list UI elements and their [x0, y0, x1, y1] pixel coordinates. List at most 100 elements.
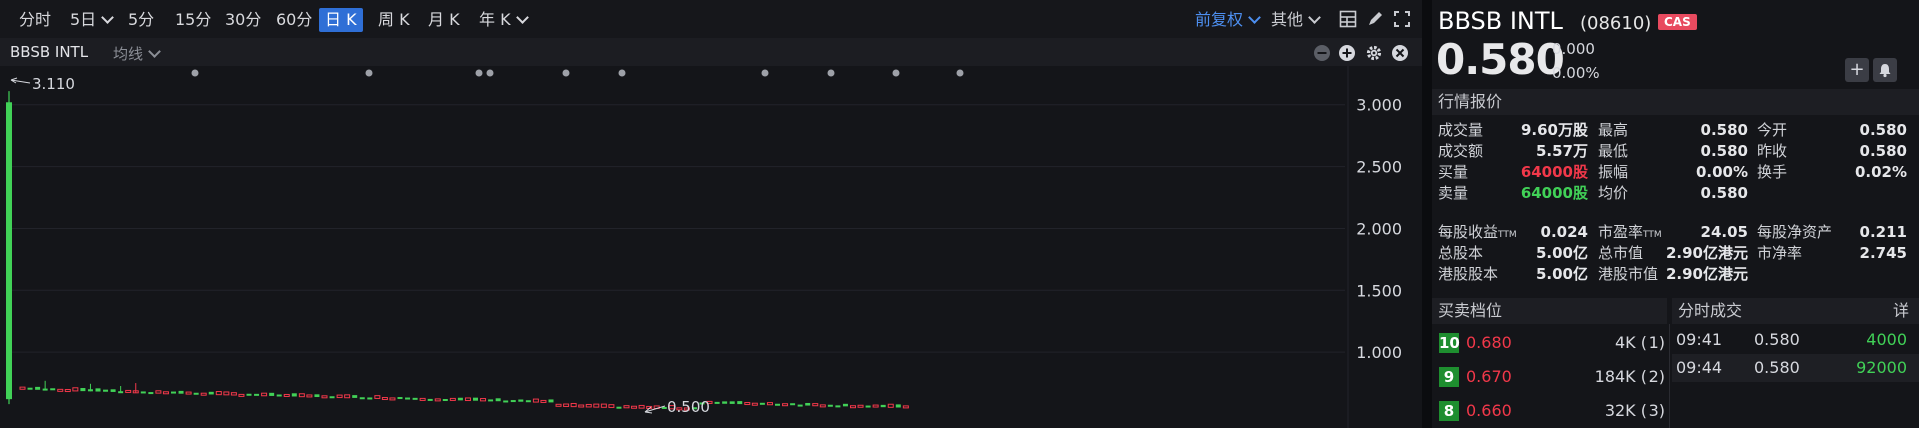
event-dot: [956, 69, 964, 77]
candle: [631, 405, 638, 409]
candle: [419, 397, 426, 401]
stat-rows-0-1: 最高 0.580: [1598, 119, 1748, 141]
candle: [593, 403, 600, 408]
stat-label: 振幅: [1598, 161, 1628, 183]
candle: [857, 404, 864, 408]
depth-row[interactable]: 10 0.680 4K (1): [1432, 328, 1667, 358]
candle: [865, 405, 871, 408]
layout-icon[interactable]: [1339, 10, 1357, 28]
candle: [359, 397, 365, 400]
depth-level-badge: 9: [1439, 367, 1459, 387]
chevron-down-icon: [148, 45, 161, 58]
candle: [790, 403, 796, 406]
candle: [608, 404, 615, 408]
stat-label-text: 港股市值: [1598, 265, 1659, 283]
depth-price: 0.670: [1466, 367, 1512, 386]
add-watchlist-button[interactable]: +: [1845, 58, 1869, 82]
candle: [759, 402, 765, 405]
candle: [352, 395, 358, 398]
period-tab-4[interactable]: 30分: [222, 8, 264, 32]
stat-rows-3-0: 卖量 64000股: [1438, 182, 1588, 204]
fullscreen-icon[interactable]: [1393, 10, 1411, 28]
event-dot: [191, 69, 199, 77]
stat-rows-2-0: 买量 64000股: [1438, 161, 1588, 183]
period-tab-9[interactable]: 年 K: [476, 8, 530, 32]
candle: [872, 404, 879, 408]
candle: [805, 402, 811, 406]
alert-button[interactable]: [1873, 58, 1897, 82]
event-dot: [365, 69, 373, 77]
event-dot: [562, 69, 570, 77]
depth-count: 2): [1648, 367, 1665, 386]
candle: [638, 404, 645, 409]
candle: [473, 397, 478, 401]
stat-value: 0.02%: [1854, 163, 1907, 181]
candle: [812, 403, 819, 407]
ticks-detail-link[interactable]: 详: [1893, 298, 1909, 324]
candle: [578, 404, 585, 408]
quote-panel: BBSB INTL (08610) CAS 0.580 0.000 0.00% …: [1432, 0, 1919, 428]
adjust-dropdown[interactable]: 前复权: [1192, 8, 1262, 32]
candle: [374, 395, 381, 399]
depth-volume: 32K (: [1604, 401, 1647, 420]
stat-value: 64000股: [1520, 163, 1588, 181]
candle: [389, 397, 396, 401]
close-icon[interactable]: [1391, 44, 1409, 62]
period-tab-1[interactable]: 5日: [67, 8, 115, 32]
y-tick-label: 3.000: [1356, 96, 1402, 115]
stat-value: 64000股: [1520, 184, 1588, 202]
period-tab-label: 周 K: [378, 10, 410, 29]
candle: [405, 397, 411, 400]
period-tab-7[interactable]: 周 K: [375, 8, 413, 32]
candle: [744, 402, 751, 406]
stat-label-text: 今开: [1757, 121, 1788, 139]
ma-dropdown[interactable]: 均线: [113, 43, 161, 64]
candle: [298, 393, 305, 398]
y-tick-label: 2.500: [1356, 158, 1402, 177]
candle: [737, 401, 743, 405]
candle: [367, 397, 373, 400]
other-dropdown[interactable]: 其他: [1268, 8, 1322, 32]
stat-rows-1-2: 昨收 0.580: [1757, 140, 1907, 162]
adjust-label: 前复权: [1195, 10, 1244, 29]
panel-divider[interactable]: [1422, 0, 1432, 428]
candle: [72, 387, 79, 392]
candle: [722, 401, 728, 404]
stat-value: 0.580: [1700, 142, 1748, 160]
stat-label-text: 每股净资产: [1757, 223, 1833, 241]
period-tab-0[interactable]: 分时: [16, 8, 54, 32]
stat-rows2-0-0: 每股收益TTM 0.024: [1438, 221, 1588, 243]
candlestick-chart[interactable]: 3.000 2.500 2.000 1.500 1.000 3.110 0.500: [0, 66, 1422, 428]
settings-icon[interactable]: [1365, 44, 1383, 62]
candle: [200, 392, 207, 396]
depth-row[interactable]: 8 0.660 32K (3): [1432, 396, 1667, 426]
period-tab-label: 30分: [225, 10, 262, 29]
stat-rows-1-0: 成交额 5.57万: [1438, 140, 1588, 162]
chart-panel: 分时 5日 5分 15分 30分 60分日 K 周 K 月 K 年 K 前复权 其他 BBSB …: [0, 0, 1422, 428]
period-tab-3[interactable]: 15分: [172, 8, 214, 32]
stat-label-text: 均价: [1598, 184, 1629, 202]
candle: [80, 388, 86, 392]
candle: [269, 392, 275, 396]
candle: [178, 390, 184, 394]
chevron-down-icon: [1248, 11, 1261, 24]
candle: [532, 398, 539, 403]
period-tab-6[interactable]: 日 K: [319, 8, 363, 32]
stat-rows-1-1: 最低 0.580: [1598, 140, 1748, 162]
stat-value: 0.580: [1859, 121, 1907, 139]
draw-icon[interactable]: [1366, 10, 1384, 28]
zoom-in-icon[interactable]: [1338, 44, 1356, 62]
candle: [344, 394, 351, 399]
period-tab-8[interactable]: 月 K: [425, 8, 463, 32]
event-dot: [486, 69, 494, 77]
period-tab-2[interactable]: 5分: [125, 8, 157, 32]
candle: [782, 403, 789, 407]
depth-section-header: 买卖档位: [1432, 298, 1667, 324]
depth-row[interactable]: 9 0.670 184K (2): [1432, 362, 1667, 392]
period-tab-5[interactable]: 60分: [273, 8, 315, 32]
period-toolbar: 分时 5日 5分 15分 30分 60分日 K 周 K 月 K 年 K 前复权 其他: [0, 0, 1422, 38]
zoom-out-icon[interactable]: [1313, 44, 1331, 62]
candle: [381, 397, 388, 401]
ticks-title: 分时成交: [1678, 301, 1743, 320]
stat-label: 买量: [1438, 161, 1468, 183]
